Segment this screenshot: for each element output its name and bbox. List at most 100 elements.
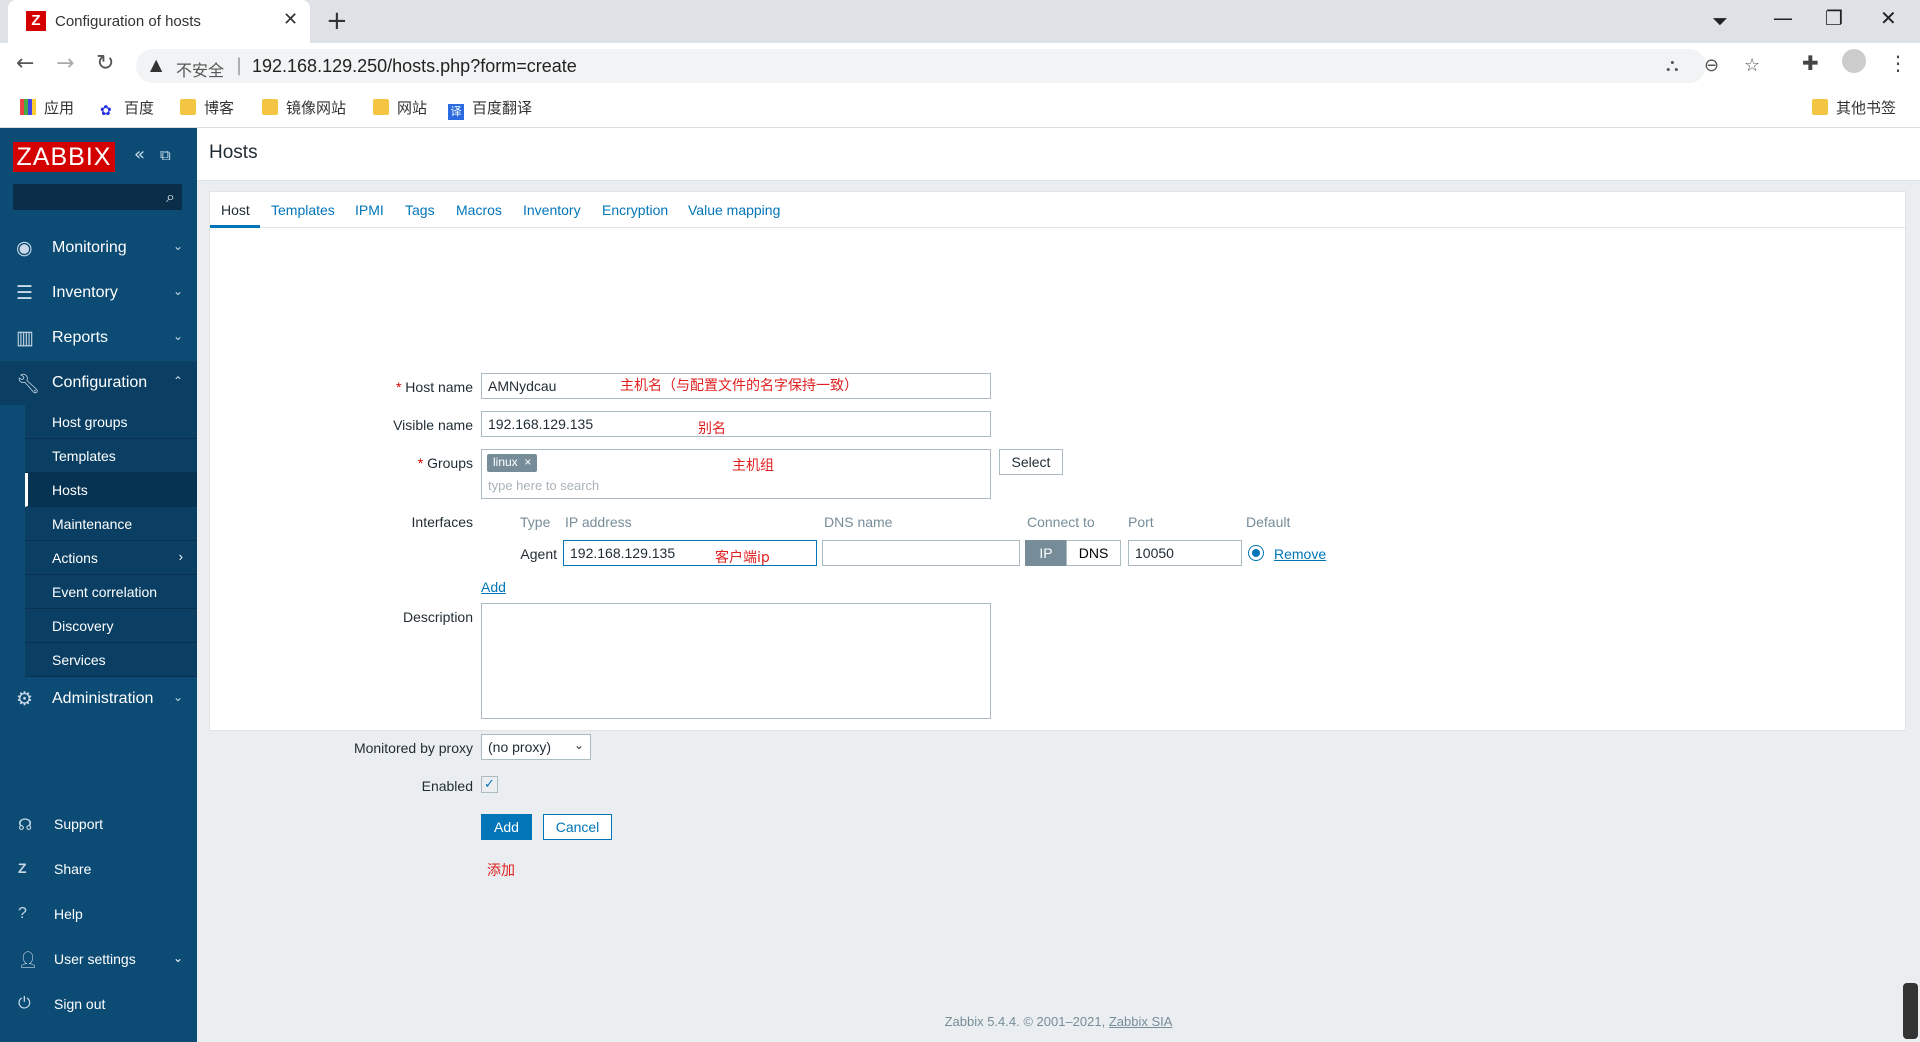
menu-help[interactable]: ? Help bbox=[0, 895, 197, 935]
menu-sign-out[interactable]: ⏻ Sign out bbox=[0, 985, 197, 1025]
bookmark-other[interactable]: 其他书签 bbox=[1812, 97, 1896, 118]
group-tag-linux[interactable]: linux × bbox=[487, 454, 538, 472]
reload-icon[interactable]: ↻ bbox=[96, 51, 114, 76]
enabled-checkbox[interactable]: ✓ bbox=[481, 776, 498, 793]
collapse-sidebar-icon[interactable]: « bbox=[134, 144, 145, 165]
gear-icon: ⚙ bbox=[16, 689, 34, 710]
new-tab-icon[interactable]: + bbox=[326, 6, 348, 36]
menu-share[interactable]: Z Share bbox=[0, 850, 197, 890]
tab-tags[interactable]: Tags bbox=[405, 202, 435, 218]
eye-icon: ◉ bbox=[16, 238, 33, 259]
menu-support[interactable]: ☊ Support bbox=[0, 805, 197, 845]
iface-dns-input[interactable] bbox=[822, 540, 1020, 566]
user-icon: 👤︎ bbox=[18, 952, 39, 969]
host-name-label: * Host name bbox=[395, 379, 473, 395]
tab-value-mapping[interactable]: Value mapping bbox=[688, 202, 780, 218]
tab-host[interactable]: Host bbox=[221, 202, 250, 218]
zabbix-favicon-icon: Z bbox=[26, 11, 46, 31]
window-close-icon[interactable]: ✕ bbox=[1880, 6, 1897, 30]
search-icon[interactable]: ⌕ bbox=[166, 187, 175, 207]
submenu-event-correlation[interactable]: Event correlation bbox=[25, 575, 197, 609]
back-icon[interactable]: ← bbox=[16, 51, 34, 76]
submenu-hosts[interactable]: Hosts bbox=[25, 473, 197, 507]
menu-inventory[interactable]: ☰ Inventory ⌄ bbox=[0, 271, 197, 315]
tab-encryption[interactable]: Encryption bbox=[602, 202, 668, 218]
extensions-icon[interactable]: ✚ bbox=[1802, 51, 1819, 75]
iface-ip-input[interactable]: 192.168.129.135 bbox=[563, 540, 817, 566]
apps-grid-icon bbox=[20, 99, 36, 115]
add-button[interactable]: Add bbox=[481, 814, 532, 840]
submenu-services[interactable]: Services bbox=[25, 643, 197, 677]
chevron-down-icon: ⌄ bbox=[172, 284, 183, 298]
default-interface-radio[interactable] bbox=[1248, 545, 1264, 561]
menu-user-settings[interactable]: 👤︎ User settings ⌄ bbox=[0, 940, 197, 980]
remove-interface-link[interactable]: Remove bbox=[1274, 546, 1326, 562]
bookmarks-bar: 应用 ✿ 百度 博客 镜像网站 网站 译百度翻译 其他书签 bbox=[0, 88, 1920, 128]
menu-reports[interactable]: ▥ Reports ⌄ bbox=[0, 316, 197, 360]
profile-avatar-icon[interactable] bbox=[1842, 49, 1866, 73]
share-z-icon: Z bbox=[18, 860, 27, 876]
bookmark-mirrors[interactable]: 镜像网站 bbox=[262, 97, 346, 118]
menu-configuration[interactable]: 🔧︎ Configuration ⌃ bbox=[0, 361, 197, 405]
browser-tabbar: Z Configuration of hosts ✕ + ⏷ — ❐ ✕ bbox=[0, 0, 1920, 43]
scrollbar-thumb[interactable] bbox=[1903, 983, 1918, 1039]
zabbix-logo[interactable]: ZABBIX bbox=[13, 142, 115, 172]
submenu-maintenance[interactable]: Maintenance bbox=[25, 507, 197, 541]
kiosk-mode-icon[interactable]: ⧉ bbox=[160, 146, 171, 164]
enabled-label: Enabled bbox=[421, 778, 473, 794]
forward-icon[interactable]: → bbox=[56, 51, 74, 76]
iface-header-type: Type bbox=[520, 514, 551, 530]
profile-menu-icon[interactable]: ⏷ bbox=[1712, 9, 1728, 33]
bookmark-fanyi[interactable]: 译百度翻译 bbox=[448, 97, 532, 120]
star-icon[interactable]: ☆ bbox=[1744, 55, 1760, 76]
bookmark-apps[interactable]: 应用 bbox=[20, 97, 74, 118]
iface-port-input[interactable]: 10050 bbox=[1128, 540, 1242, 566]
bookmark-sites[interactable]: 网站 bbox=[373, 97, 427, 118]
submenu-actions[interactable]: Actions › bbox=[25, 541, 197, 575]
address-bar-row: ← → ↻ ▲ 不安全 | 192.168.129.250/hosts.php?… bbox=[0, 43, 1920, 88]
zabbix-sia-link[interactable]: Zabbix SIA bbox=[1109, 1014, 1173, 1029]
add-interface-link[interactable]: Add bbox=[481, 579, 506, 595]
restore-icon[interactable]: ❐ bbox=[1825, 6, 1843, 30]
translate-icon[interactable]: ⛬ bbox=[1666, 55, 1679, 76]
tab-close-icon[interactable]: ✕ bbox=[283, 9, 298, 30]
connect-dns-toggle[interactable]: DNS bbox=[1066, 540, 1121, 566]
submenu-host-groups[interactable]: Host groups bbox=[25, 405, 197, 439]
tab-macros[interactable]: Macros bbox=[456, 202, 502, 218]
groups-search-placeholder: type here to search bbox=[488, 478, 600, 493]
connect-ip-toggle[interactable]: IP bbox=[1025, 540, 1067, 566]
interfaces-label: Interfaces bbox=[411, 514, 473, 530]
omnibox[interactable]: ▲ 不安全 | 192.168.129.250/hosts.php?form=c… bbox=[136, 49, 1760, 83]
tab-ipmi[interactable]: IPMI bbox=[355, 202, 384, 218]
folder-icon bbox=[180, 99, 196, 115]
browser-tab[interactable]: Z Configuration of hosts ✕ bbox=[8, 0, 310, 43]
cancel-button[interactable]: Cancel bbox=[543, 814, 612, 840]
menu-administration[interactable]: ⚙ Administration ⌄ bbox=[0, 677, 197, 721]
more-menu-icon[interactable]: ⋮ bbox=[1888, 51, 1908, 75]
iface-ip-annotation: 客户端ip bbox=[715, 550, 770, 566]
proxy-label: Monitored by proxy bbox=[353, 740, 473, 756]
tab-inventory[interactable]: Inventory bbox=[523, 202, 581, 218]
chevron-right-icon: › bbox=[178, 549, 183, 564]
submenu-discovery[interactable]: Discovery bbox=[25, 609, 197, 643]
page-footer: Zabbix 5.4.4. © 2001–2021, Zabbix SIA bbox=[944, 1014, 1173, 1029]
iface-type-agent: Agent bbox=[520, 546, 557, 562]
url-text[interactable]: 192.168.129.250/hosts.php?form=create bbox=[252, 56, 577, 77]
zoom-icon[interactable]: ⊖ bbox=[1704, 55, 1719, 76]
description-textarea[interactable] bbox=[481, 603, 991, 719]
submenu-templates[interactable]: Templates bbox=[25, 439, 197, 473]
chevron-down-icon: ⌄ bbox=[172, 239, 183, 253]
visible-name-input[interactable]: 192.168.129.135 bbox=[481, 411, 991, 437]
insecure-label: 不安全 bbox=[176, 61, 225, 80]
sidebar-search-input[interactable]: ⌕ bbox=[13, 184, 182, 210]
remove-tag-icon[interactable]: × bbox=[524, 455, 531, 469]
select-groups-button[interactable]: Select bbox=[999, 449, 1063, 475]
power-icon: ⏻ bbox=[18, 995, 31, 1012]
description-label: Description bbox=[402, 609, 473, 625]
menu-monitoring[interactable]: ◉ Monitoring ⌄ bbox=[0, 226, 197, 270]
proxy-select[interactable]: (no proxy) ⌄ bbox=[481, 734, 591, 760]
tab-templates[interactable]: Templates bbox=[271, 202, 335, 218]
bookmark-baidu[interactable]: ✿ 百度 bbox=[100, 97, 154, 119]
bookmark-blog[interactable]: 博客 bbox=[180, 97, 234, 118]
minimize-icon[interactable]: — bbox=[1773, 6, 1793, 30]
